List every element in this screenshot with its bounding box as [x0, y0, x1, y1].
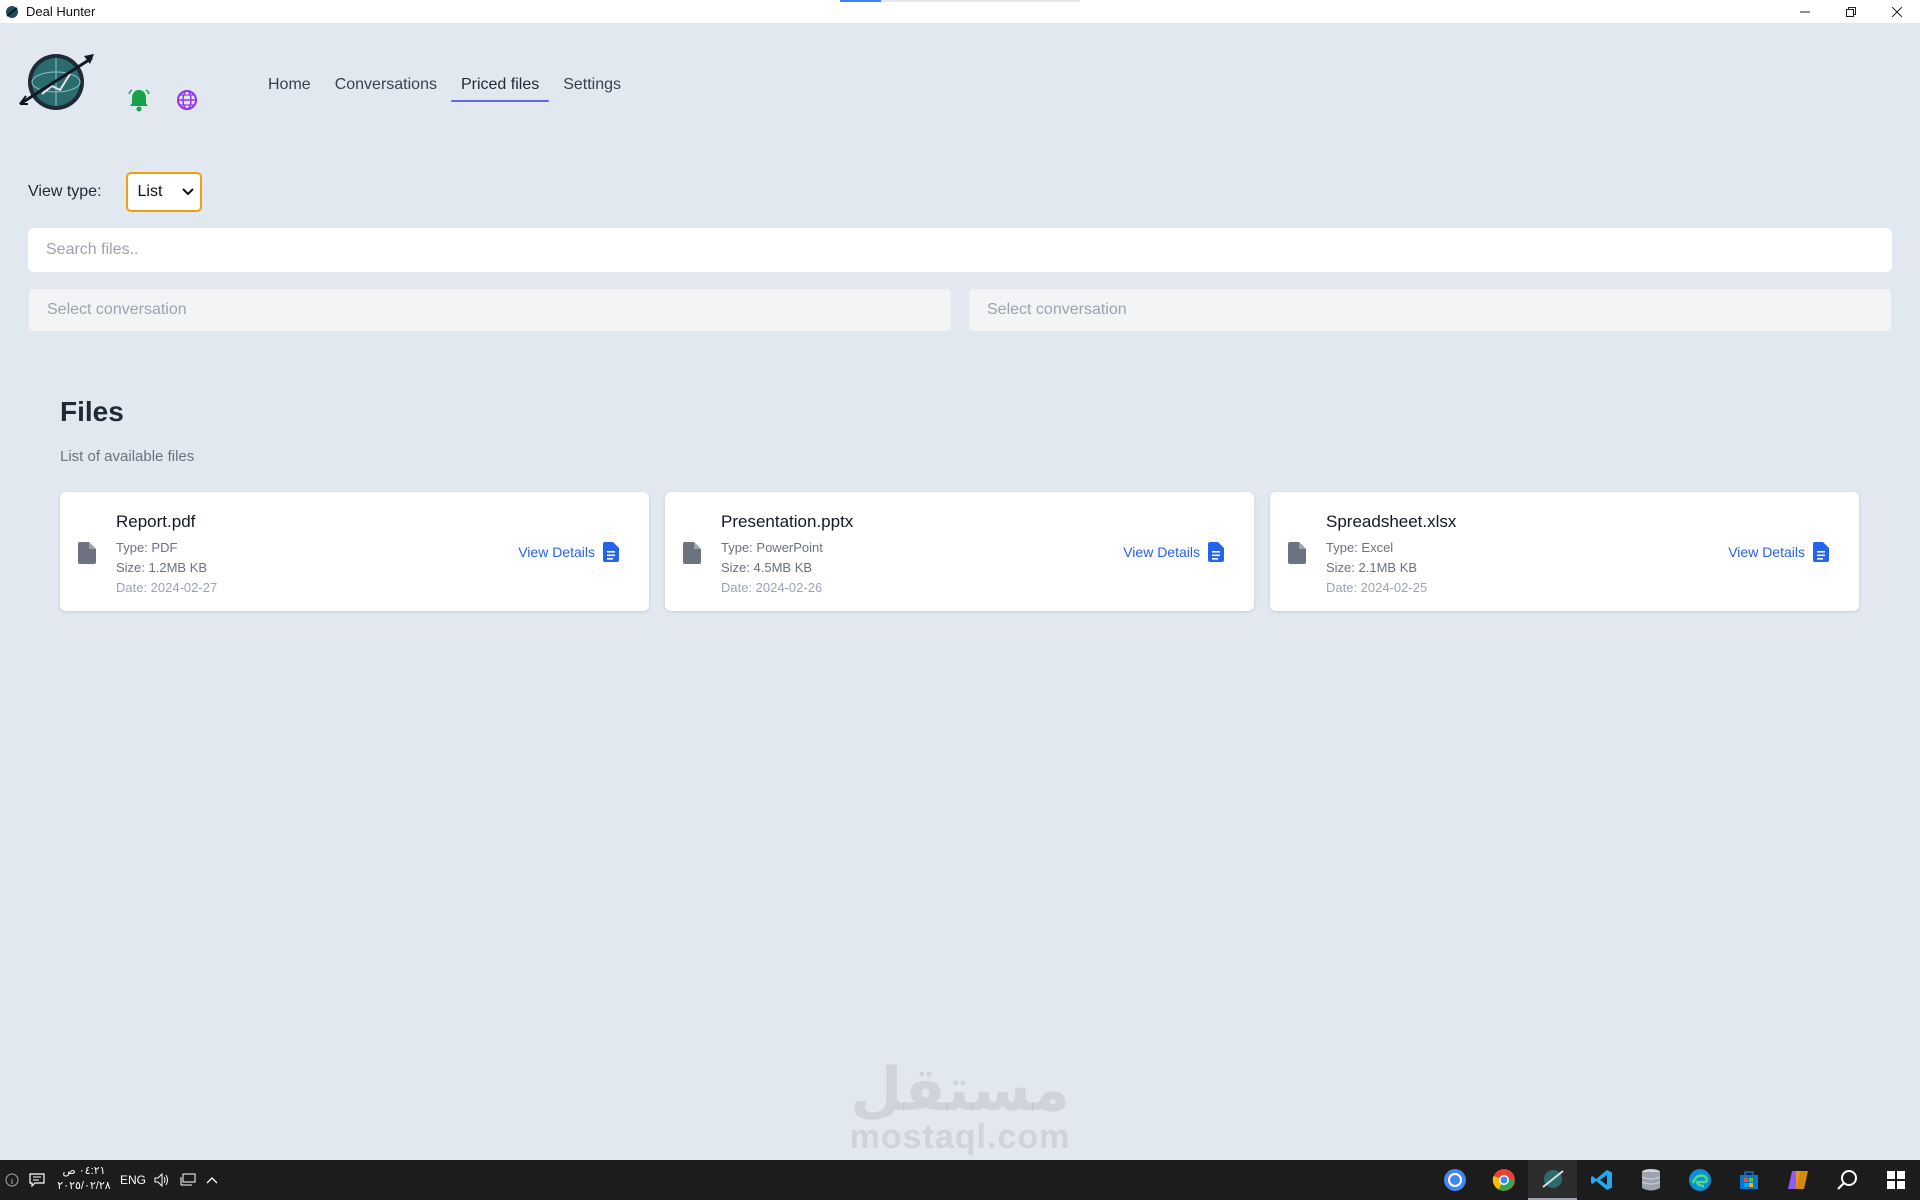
pinned-apps [1430, 1160, 1920, 1200]
start-button[interactable] [1871, 1160, 1920, 1200]
watermark-latin: mostaql.com [849, 1118, 1071, 1156]
edge-app-icon[interactable] [1675, 1160, 1724, 1200]
os-taskbar: ٠٤:٢١ ص ٢٠٢٥/٠٢/٢٨ ENG [0, 1160, 1920, 1200]
file-type: Type: Excel [1326, 540, 1394, 555]
tab-home[interactable]: Home [256, 66, 323, 104]
network-icon[interactable] [178, 1160, 198, 1200]
watermark: مستقل mostaql.com [844, 1060, 1076, 1154]
minimize-button[interactable] [1782, 0, 1828, 23]
file-name: Spreadsheet.xlsx [1326, 512, 1457, 531]
search-app-icon[interactable] [1822, 1160, 1871, 1200]
chevron-up-icon [206, 1177, 218, 1184]
chevron-down-icon [181, 188, 194, 196]
clock-time: ٠٤:٢١ ص [62, 1165, 106, 1177]
document-icon [603, 542, 619, 562]
minimize-icon [1800, 11, 1810, 12]
window-titlebar: Deal Hunter [0, 0, 1920, 23]
show-hidden-icons-button[interactable] [204, 1160, 220, 1200]
system-clock[interactable]: ٠٤:٢١ ص ٢٠٢٥/٠٢/٢٨ [54, 1164, 114, 1194]
vscode-app-icon[interactable] [1577, 1160, 1626, 1200]
volume-icon[interactable] [152, 1160, 172, 1200]
tab-priced-files[interactable]: Priced files [449, 66, 551, 104]
tab-settings[interactable]: Settings [551, 66, 633, 104]
language-globe-icon[interactable] [176, 89, 198, 111]
file-card: Report.pdf Type: PDF Size: 1.2MB KB Date… [60, 492, 649, 611]
window-title: Deal Hunter [26, 4, 96, 19]
windows-logo-icon [1886, 1171, 1905, 1189]
edge-icon [1688, 1169, 1711, 1191]
conversation-select-1[interactable]: Select conversation [28, 288, 952, 332]
restore-button[interactable] [1828, 0, 1874, 23]
app-logo[interactable] [18, 48, 94, 112]
input-language[interactable]: ENG [120, 1160, 146, 1200]
file-name: Report.pdf [116, 512, 196, 531]
document-icon [1813, 542, 1829, 562]
file-card: Presentation.pptx Type: PowerPoint Size:… [665, 492, 1254, 611]
deal-hunter-app-icon[interactable] [1528, 1160, 1577, 1200]
file-size: Size: 4.5MB KB [721, 560, 813, 575]
view-details-label: View Details [1728, 544, 1805, 560]
files-subtitle: List of available files [60, 448, 195, 465]
copilot-app-icon[interactable] [1773, 1160, 1822, 1200]
view-type-value: List [137, 183, 163, 200]
clock-date: ٢٠٢٥/٠٢/٢٨ [57, 1180, 111, 1192]
conversation-select-1-placeholder: Select conversation [47, 301, 187, 318]
chrome-icon [1492, 1169, 1515, 1191]
chromium-icon [1443, 1169, 1466, 1191]
copilot-icon [1787, 1171, 1808, 1189]
document-icon [1208, 542, 1224, 562]
store-icon [1739, 1171, 1758, 1189]
info-icon[interactable] [0, 1160, 24, 1200]
deal-hunter-icon [1541, 1170, 1564, 1188]
search-files-input[interactable] [28, 228, 1892, 272]
chrome-app-icon[interactable] [1479, 1160, 1528, 1200]
monitor-network-icon [180, 1173, 196, 1186]
view-type-label: View type: [28, 183, 102, 200]
file-icon [1288, 542, 1306, 564]
store-app-icon[interactable] [1724, 1160, 1773, 1200]
file-type: Type: PowerPoint [721, 540, 823, 555]
view-details-label: View Details [1123, 544, 1200, 560]
file-size: Size: 2.1MB KB [1326, 560, 1418, 575]
conversation-select-2-placeholder: Select conversation [987, 301, 1127, 318]
view-details-button[interactable]: View Details [1728, 542, 1829, 562]
file-date: Date: 2024-02-25 [1326, 580, 1428, 595]
view-type-row: View type: List [28, 172, 202, 212]
loading-progress-fill [840, 0, 881, 2]
files-heading: Files [60, 396, 124, 427]
loading-progress [840, 0, 1080, 2]
app-header: Home Conversations Priced files Settings [0, 23, 1920, 133]
close-icon [1892, 6, 1902, 17]
view-details-button[interactable]: View Details [1123, 542, 1224, 562]
database-app-icon[interactable] [1626, 1160, 1675, 1200]
file-type: Type: PDF [116, 540, 178, 555]
database-icon [1641, 1169, 1660, 1191]
restore-icon [1846, 6, 1856, 17]
file-icon [683, 542, 701, 564]
app-icon [6, 5, 18, 18]
file-date: Date: 2024-02-26 [721, 580, 823, 595]
chromium-app-icon[interactable] [1430, 1160, 1479, 1200]
info-circle-icon [5, 1173, 19, 1187]
file-size: Size: 1.2MB KB [116, 560, 208, 575]
file-icon [78, 542, 96, 564]
search-icon [1836, 1170, 1857, 1190]
file-date: Date: 2024-02-27 [116, 580, 218, 595]
conversation-select-2[interactable]: Select conversation [968, 288, 1892, 332]
view-details-label: View Details [518, 544, 595, 560]
view-details-button[interactable]: View Details [518, 542, 619, 562]
notifications-bell-icon[interactable] [128, 88, 150, 112]
speaker-icon [154, 1173, 168, 1187]
watermark-arabic: مستقل [850, 1055, 1070, 1125]
view-type-select[interactable]: List [125, 172, 202, 212]
file-name: Presentation.pptx [721, 512, 854, 531]
vscode-icon [1590, 1170, 1612, 1190]
message-icon [29, 1173, 45, 1187]
notification-center-icon[interactable] [24, 1160, 50, 1200]
file-card: Spreadsheet.xlsx Type: Excel Size: 2.1MB… [1270, 492, 1859, 611]
main-nav: Home Conversations Priced files Settings [256, 66, 633, 104]
file-card-list: Report.pdf Type: PDF Size: 1.2MB KB Date… [60, 492, 1859, 611]
tab-conversations[interactable]: Conversations [323, 66, 449, 104]
close-button[interactable] [1874, 0, 1920, 23]
